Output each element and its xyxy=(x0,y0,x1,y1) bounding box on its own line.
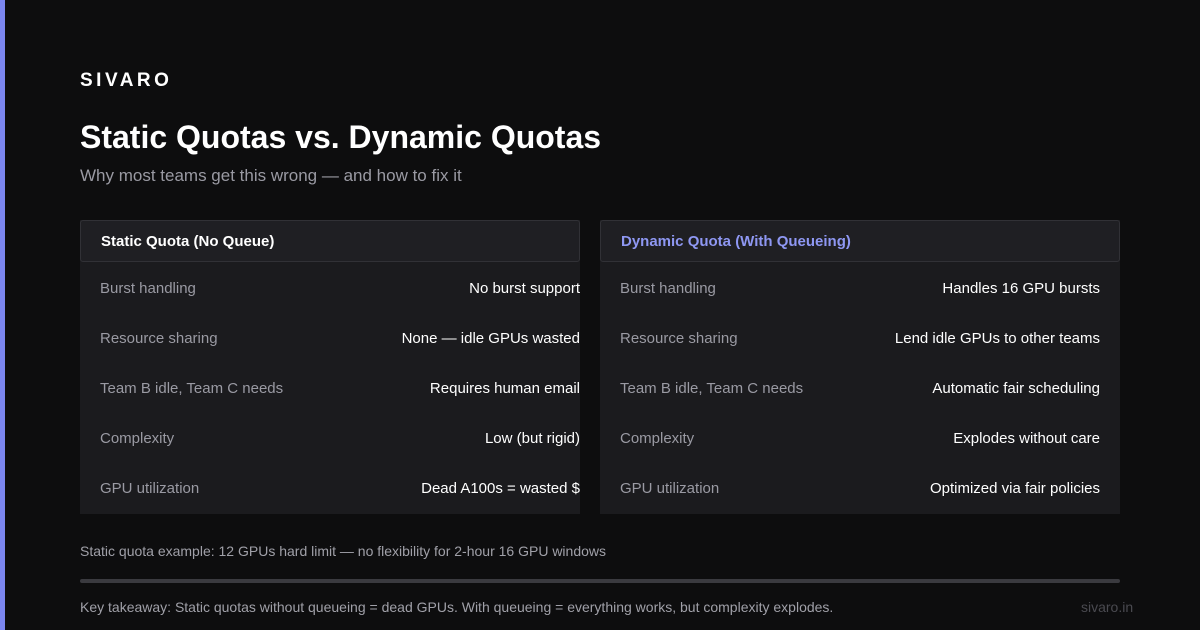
comparison-row: Burst handling No burst support xyxy=(80,262,580,312)
static-quota-panel: Static Quota (No Queue) Burst handling N… xyxy=(80,220,580,514)
row-value: Requires human email xyxy=(429,380,580,397)
key-takeaway: Key takeaway: Static quotas without queu… xyxy=(80,599,834,615)
row-value: Explodes without care xyxy=(953,430,1100,447)
row-label: Team B idle, Team C needs xyxy=(620,380,804,397)
dynamic-quota-panel: Dynamic Quota (With Queueing) Burst hand… xyxy=(600,220,1120,514)
accent-bar xyxy=(0,0,5,630)
row-value: None — idle GPUs wasted xyxy=(401,330,580,347)
static-quota-example: Static quota example: 12 GPUs hard limit… xyxy=(80,543,607,559)
comparison-row: Team B idle, Team C needs Automatic fair… xyxy=(600,362,1120,412)
row-value: Handles 16 GPU bursts xyxy=(942,280,1100,297)
page-subtitle: Why most teams get this wrong — and how … xyxy=(80,166,462,185)
dynamic-quota-rows: Burst handling Handles 16 GPU bursts Res… xyxy=(600,262,1120,512)
static-quota-header: Static Quota (No Queue) xyxy=(80,220,580,262)
row-label: Resource sharing xyxy=(620,330,738,347)
dynamic-quota-header: Dynamic Quota (With Queueing) xyxy=(600,220,1120,262)
row-label: Complexity xyxy=(100,430,175,447)
row-label: Complexity xyxy=(620,430,695,447)
comparison-row: Resource sharing Lend idle GPUs to other… xyxy=(600,312,1120,362)
row-label: Burst handling xyxy=(620,280,716,297)
static-quota-rows: Burst handling No burst support Resource… xyxy=(80,262,580,512)
comparison-row: Complexity Low (but rigid) xyxy=(80,412,580,462)
row-label: Burst handling xyxy=(100,280,196,297)
row-value: Dead A100s = wasted $ xyxy=(421,480,580,497)
comparison-row: Burst handling Handles 16 GPU bursts xyxy=(600,262,1120,312)
row-value: Automatic fair scheduling xyxy=(932,380,1100,397)
divider xyxy=(80,579,1120,583)
row-value: Low (but rigid) xyxy=(484,430,580,447)
row-value: Lend idle GPUs to other teams xyxy=(894,330,1100,347)
comparison-row: GPU utilization Dead A100s = wasted $ xyxy=(80,462,580,512)
comparison-row: Complexity Explodes without care xyxy=(600,412,1120,462)
comparison-row: Resource sharing None — idle GPUs wasted xyxy=(80,312,580,362)
row-label: GPU utilization xyxy=(620,480,720,497)
comparison-row: Team B idle, Team C needs Requires human… xyxy=(80,362,580,412)
brand-logo: SIVARO xyxy=(80,70,173,91)
page-title: Static Quotas vs. Dynamic Quotas xyxy=(80,119,602,155)
row-value: Optimized via fair policies xyxy=(929,480,1100,497)
site-url: sivaro.in xyxy=(1081,599,1134,615)
row-value: No burst support xyxy=(469,280,580,297)
row-label: Team B idle, Team C needs xyxy=(100,380,284,397)
row-label: GPU utilization xyxy=(100,480,200,497)
comparison-row: GPU utilization Optimized via fair polic… xyxy=(600,462,1120,512)
row-label: Resource sharing xyxy=(100,330,218,347)
